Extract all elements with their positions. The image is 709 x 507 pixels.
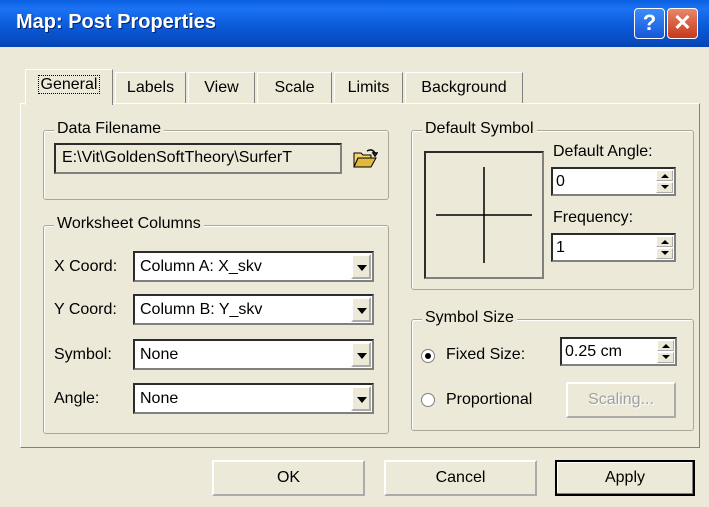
spinner-arrows bbox=[656, 170, 673, 193]
scaling-button[interactable]: Scaling... bbox=[566, 382, 676, 418]
tab-labels[interactable]: Labels bbox=[115, 72, 186, 104]
tab-general-label: General bbox=[37, 75, 101, 94]
spinner-arrows bbox=[656, 236, 673, 259]
ok-button[interactable]: OK bbox=[212, 460, 365, 496]
angle-column-select[interactable]: None bbox=[133, 383, 374, 414]
close-button[interactable]: ✕ bbox=[667, 8, 698, 39]
default-angle-value: 0 bbox=[556, 173, 565, 190]
help-button[interactable]: ? bbox=[634, 8, 665, 39]
plus-cross-icon bbox=[436, 167, 532, 263]
x-coord-value: Column A: X_skv bbox=[140, 258, 262, 275]
fixed-size-spinner[interactable]: 0.25 cm bbox=[560, 337, 677, 366]
frequency-value: 1 bbox=[556, 239, 565, 256]
folder-open-icon[interactable] bbox=[352, 148, 379, 170]
chevron-down-icon[interactable] bbox=[351, 297, 371, 322]
apply-button[interactable]: Apply bbox=[555, 460, 695, 496]
y-coord-label: Y Coord: bbox=[54, 301, 117, 318]
tab-view[interactable]: View bbox=[188, 72, 255, 104]
spinner-arrows bbox=[657, 340, 674, 363]
y-coord-select[interactable]: Column B: Y_skv bbox=[133, 294, 374, 325]
chevron-down-icon[interactable] bbox=[351, 342, 371, 367]
spin-up-icon[interactable] bbox=[656, 170, 673, 181]
proportional-label[interactable]: Proportional bbox=[446, 391, 532, 409]
y-coord-value: Column B: Y_skv bbox=[140, 301, 263, 318]
symbol-column-value: None bbox=[140, 346, 179, 363]
default-angle-label: Default Angle: bbox=[553, 143, 653, 160]
symbol-preview-button[interactable] bbox=[424, 151, 544, 279]
fixed-size-value: 0.25 cm bbox=[565, 343, 622, 360]
x-coord-label: X Coord: bbox=[54, 258, 118, 275]
symbol-size-label: Symbol Size bbox=[422, 309, 517, 327]
fixed-size-label[interactable]: Fixed Size: bbox=[446, 346, 525, 364]
fixed-size-radio[interactable] bbox=[421, 349, 435, 363]
tab-background[interactable]: Background bbox=[405, 72, 523, 104]
data-filename-field[interactable]: E:\Vit\GoldenSoftTheory\SurferT bbox=[54, 143, 342, 174]
spin-up-icon[interactable] bbox=[657, 340, 674, 351]
tab-limits[interactable]: Limits bbox=[334, 72, 403, 104]
worksheet-columns-label: Worksheet Columns bbox=[54, 215, 204, 233]
window-title: Map: Post Properties bbox=[16, 11, 217, 33]
symbol-column-label: Symbol: bbox=[54, 346, 112, 363]
data-filename-label: Data Filename bbox=[54, 120, 165, 138]
default-angle-spinner[interactable]: 0 bbox=[551, 167, 676, 196]
tab-scale[interactable]: Scale bbox=[257, 72, 332, 104]
x-coord-select[interactable]: Column A: X_skv bbox=[133, 251, 374, 282]
frequency-spinner[interactable]: 1 bbox=[551, 233, 676, 262]
spin-down-icon[interactable] bbox=[656, 182, 673, 193]
cancel-button[interactable]: Cancel bbox=[384, 460, 537, 496]
frequency-label: Frequency: bbox=[553, 209, 634, 226]
angle-column-value: None bbox=[140, 390, 179, 407]
symbol-column-select[interactable]: None bbox=[133, 339, 374, 370]
spin-down-icon[interactable] bbox=[656, 248, 673, 259]
tab-general[interactable]: General bbox=[25, 69, 113, 105]
default-symbol-label: Default Symbol bbox=[422, 120, 537, 138]
chevron-down-icon[interactable] bbox=[351, 386, 371, 411]
proportional-radio[interactable] bbox=[421, 393, 435, 407]
spin-up-icon[interactable] bbox=[656, 236, 673, 247]
chevron-down-icon[interactable] bbox=[351, 254, 371, 279]
title-bar: Map: Post Properties ? ✕ bbox=[0, 0, 709, 47]
spin-down-icon[interactable] bbox=[657, 352, 674, 363]
angle-column-label: Angle: bbox=[54, 390, 100, 407]
